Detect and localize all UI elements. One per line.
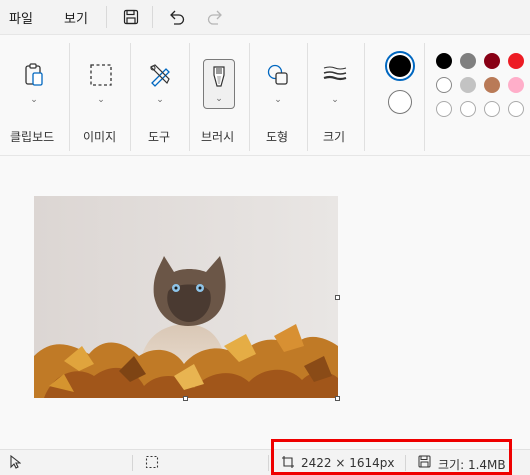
color-swatch-red[interactable] bbox=[508, 53, 524, 69]
color-swatch-empty[interactable] bbox=[436, 101, 452, 117]
color-swatch-pink[interactable] bbox=[508, 77, 524, 93]
menu-bar: 파일 보기 bbox=[0, 0, 530, 34]
cursor-position-icon bbox=[9, 454, 22, 472]
group-shapes: ⌄ 도형 bbox=[250, 35, 307, 157]
group-size: ⌄ 크기 bbox=[308, 35, 363, 157]
resize-handle-corner[interactable] bbox=[335, 396, 340, 401]
ribbon: ⌄ 클립보드 ⌄ 이미지 ⌄ 도구 ⌄ 브러시 ⌄ 도형 ⌄ 크기 bbox=[0, 34, 530, 156]
image-dimensions: 2422 × 1614px bbox=[301, 456, 395, 470]
cat-photo bbox=[34, 196, 338, 398]
file-size-text: 크기: 1.4MB bbox=[438, 458, 506, 472]
group-label-image: 이미지 bbox=[83, 130, 117, 144]
menu-separator bbox=[152, 6, 153, 28]
resize-handle-bottom[interactable] bbox=[183, 396, 188, 401]
group-label-tools: 도구 bbox=[148, 130, 171, 144]
status-separator bbox=[132, 455, 133, 471]
group-image: ⌄ 이미지 bbox=[70, 35, 130, 157]
select-icon[interactable] bbox=[85, 59, 117, 91]
chevron-down-icon[interactable]: ⌄ bbox=[262, 95, 294, 105]
ribbon-separator bbox=[424, 43, 425, 151]
secondary-color-button[interactable] bbox=[388, 90, 412, 114]
ribbon-separator bbox=[364, 43, 365, 151]
stroke-size-icon[interactable] bbox=[319, 59, 351, 91]
status-separator bbox=[268, 455, 269, 471]
chevron-down-icon[interactable]: ⌄ bbox=[18, 95, 50, 105]
canvas-size-icon bbox=[281, 455, 295, 472]
status-separator bbox=[405, 455, 406, 471]
canvas-image[interactable] bbox=[34, 196, 338, 398]
file-size-icon bbox=[418, 455, 431, 471]
group-brushes: ⌄ 브러시 bbox=[190, 35, 249, 157]
chevron-down-icon[interactable]: ⌄ bbox=[85, 95, 117, 105]
color-swatch-gray[interactable] bbox=[460, 53, 476, 69]
undo-icon[interactable] bbox=[165, 5, 189, 29]
menu-separator bbox=[106, 6, 107, 28]
group-label-size: 크기 bbox=[323, 130, 346, 144]
clipboard-icon[interactable] bbox=[18, 59, 50, 91]
status-bar: 2422 × 1614px 크기: 1.4MB bbox=[0, 449, 530, 475]
chevron-down-icon[interactable]: ⌄ bbox=[319, 95, 351, 105]
group-label-shapes: 도형 bbox=[266, 130, 289, 144]
tools-icon[interactable] bbox=[144, 59, 176, 91]
canvas-area[interactable] bbox=[0, 156, 530, 449]
group-label-brushes: 브러시 bbox=[201, 130, 235, 144]
group-clipboard: ⌄ 클립보드 bbox=[0, 35, 69, 157]
resize-handle-right[interactable] bbox=[335, 295, 340, 300]
shapes-icon[interactable] bbox=[262, 59, 294, 91]
color-swatch-white[interactable] bbox=[436, 77, 452, 93]
save-icon[interactable] bbox=[119, 5, 143, 29]
color-swatch-empty[interactable] bbox=[508, 101, 524, 117]
chevron-down-icon[interactable]: ⌄ bbox=[144, 95, 176, 105]
menu-file[interactable]: 파일 bbox=[9, 8, 33, 27]
primary-color-button[interactable] bbox=[385, 51, 415, 81]
color-swatch-light-gray[interactable] bbox=[460, 77, 476, 93]
brush-icon bbox=[203, 61, 235, 93]
chevron-down-icon[interactable]: ⌄ bbox=[203, 94, 235, 104]
selection-size-icon bbox=[145, 455, 159, 472]
color-swatch-empty[interactable] bbox=[460, 101, 476, 117]
color-swatch-brown[interactable] bbox=[484, 77, 500, 93]
color-swatch-empty[interactable] bbox=[484, 101, 500, 117]
menu-view[interactable]: 보기 bbox=[64, 8, 88, 27]
primary-color-swatch bbox=[389, 55, 411, 77]
color-swatch-black[interactable] bbox=[436, 53, 452, 69]
group-label-clipboard: 클립보드 bbox=[10, 130, 55, 144]
group-tools: ⌄ 도구 bbox=[131, 35, 189, 157]
redo-icon[interactable] bbox=[203, 5, 227, 29]
color-swatch-dark-red[interactable] bbox=[484, 53, 500, 69]
